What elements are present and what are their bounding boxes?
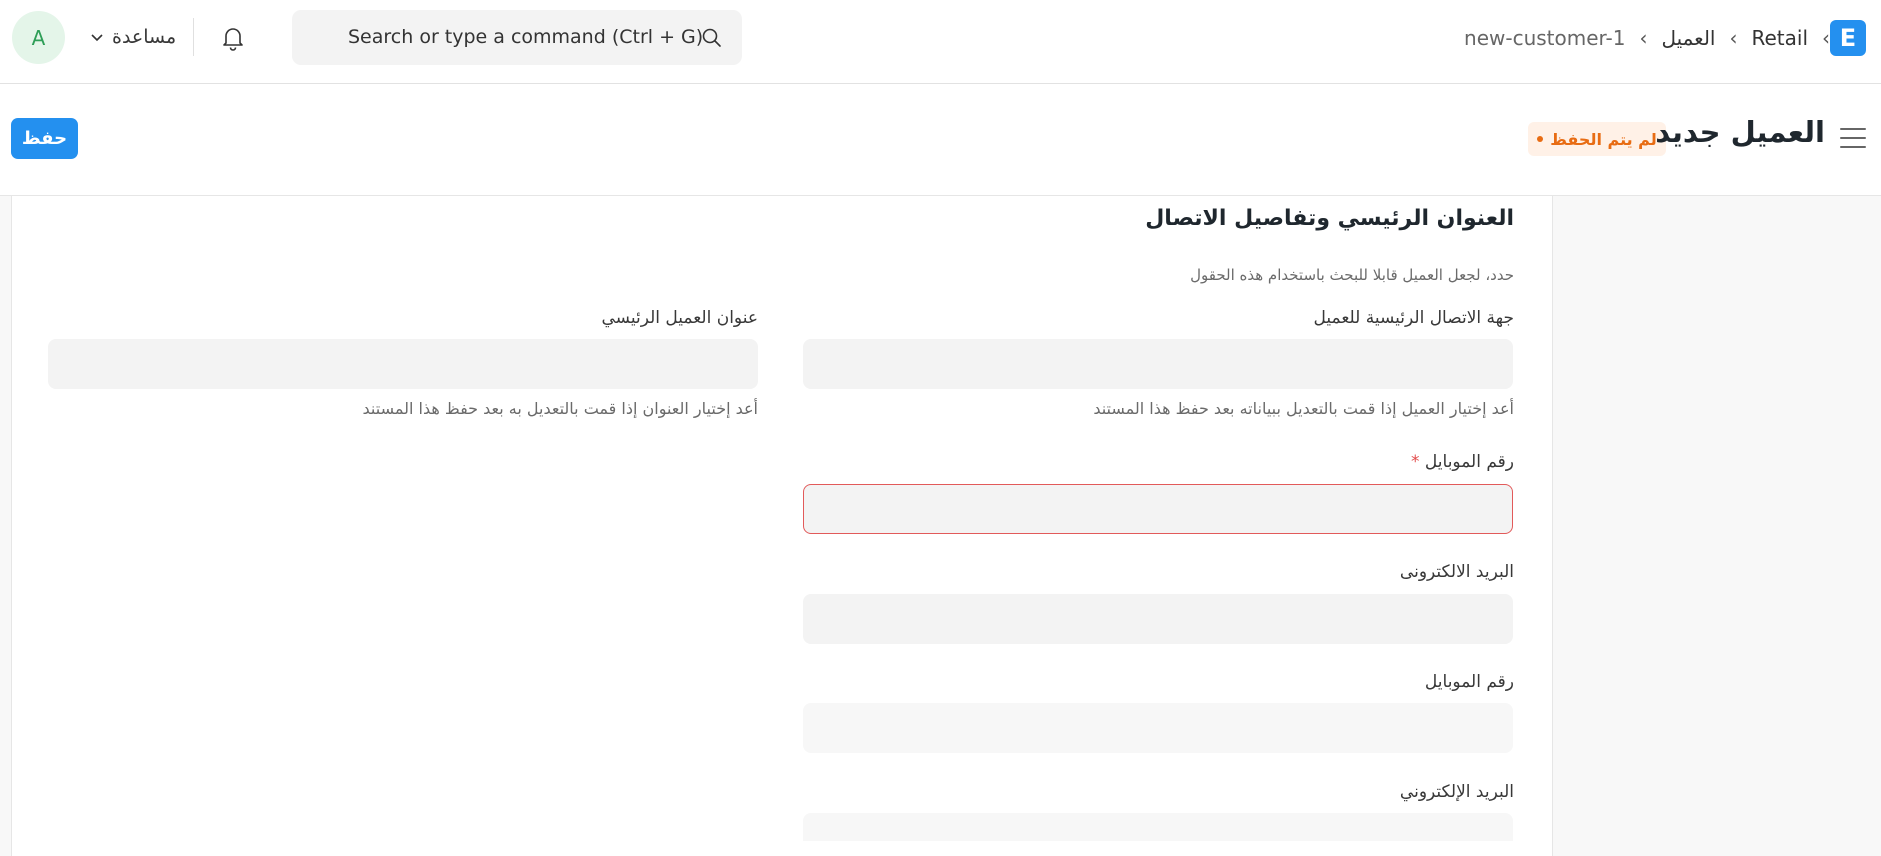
required-mark: * — [1411, 452, 1420, 472]
user-avatar[interactable]: A — [12, 11, 65, 64]
avatar-initial: A — [31, 25, 46, 50]
page-title: العميل جديد — [1655, 115, 1825, 149]
primary-contact-label: جهة الاتصال الرئيسية للعميل — [1313, 308, 1515, 328]
page-head: حفظ لم يتم الحفظ العميل جديد — [0, 84, 1881, 196]
breadcrumb-retail[interactable]: Retail — [1751, 26, 1808, 50]
status-dot-icon — [1537, 136, 1544, 142]
navbar-divider — [193, 18, 194, 56]
search-icon — [702, 28, 721, 47]
sidebar-toggle-icon[interactable] — [1840, 128, 1866, 150]
help-label: مساعدة — [112, 26, 177, 48]
section-description: حدد، لجعل العميل قابلا للبحث باستخدام هذ… — [1190, 266, 1514, 284]
breadcrumb-separator: ‹ — [1822, 26, 1830, 50]
primary-address-label: عنوان العميل الرئيسي — [601, 308, 759, 328]
navbar: A مساعدة Search or type a command (Ctrl … — [0, 0, 1881, 84]
breadcrumb-separator: ‹ — [1729, 26, 1738, 50]
primary-contact-input[interactable] — [803, 339, 1513, 389]
breadcrumb-separator: ‹ — [1639, 26, 1648, 50]
breadcrumb-customer[interactable]: العميل — [1661, 26, 1715, 50]
chevron-down-icon — [91, 34, 103, 42]
mobile-no-2-label: رقم الموبايل — [1424, 672, 1514, 692]
breadcrumb-current[interactable]: new-customer-1 — [1464, 26, 1625, 50]
mobile-no-label: رقم الموبايل * — [1411, 452, 1514, 472]
app-logo[interactable]: E — [1830, 20, 1866, 56]
mobile-no-2-input[interactable] — [803, 703, 1513, 753]
section-title: العنوان الرئيسي وتفاصيل الاتصال — [1145, 206, 1514, 231]
status-badge: لم يتم الحفظ — [1528, 122, 1666, 156]
save-button[interactable]: حفظ — [11, 118, 78, 159]
primary-address-help: أعد إختيار العنوان إذا قمت بالتعديل به ب… — [362, 399, 758, 418]
primary-address-input[interactable] — [48, 339, 758, 389]
email-2-input[interactable] — [803, 813, 1513, 841]
bell-icon[interactable] — [219, 24, 247, 52]
email-label: البريد الالكترونى — [1399, 562, 1514, 582]
mobile-no-input[interactable] — [803, 484, 1513, 534]
status-badge-label: لم يتم الحفظ — [1550, 129, 1657, 149]
breadcrumb: new-customer-1 ‹ العميل ‹ Retail ‹ — [1440, 20, 1830, 56]
help-dropdown[interactable]: مساعدة — [90, 22, 176, 52]
awesome-bar[interactable]: Search or type a command (Ctrl + G) — [292, 10, 742, 65]
logo-letter: E — [1839, 24, 1857, 52]
email-2-label: البريد الإلكتروني — [1399, 782, 1514, 802]
email-input[interactable] — [803, 594, 1513, 644]
search-input[interactable]: Search or type a command (Ctrl + G) — [348, 26, 703, 48]
primary-contact-help: أعد إختيار العميل إذا قمت بالتعديل ببيان… — [1093, 399, 1514, 418]
